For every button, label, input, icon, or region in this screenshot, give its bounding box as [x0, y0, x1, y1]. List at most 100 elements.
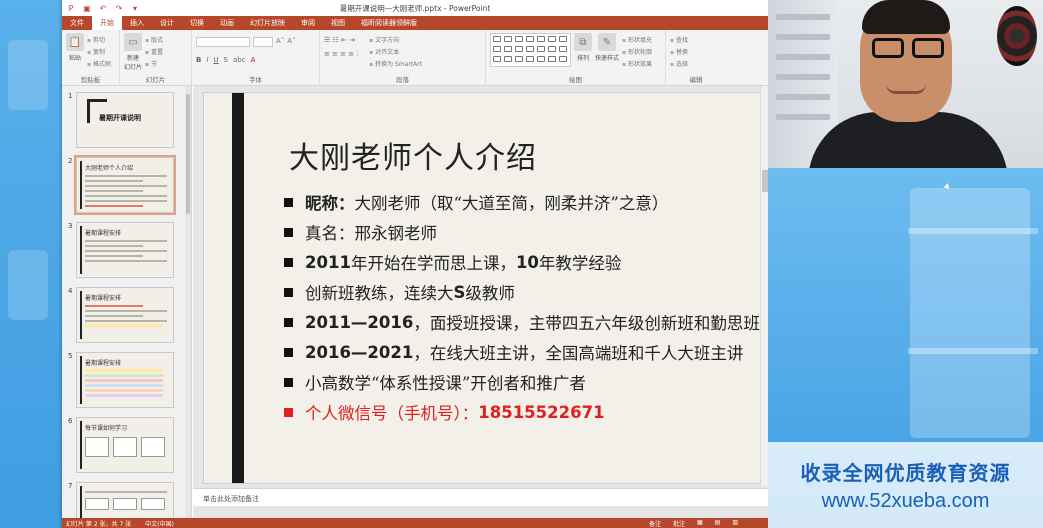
watermark-overlay: 收录全网优质教育资源 www.52xueba.com	[768, 442, 1043, 528]
tab-transitions[interactable]: 切换	[182, 16, 212, 30]
tab-view[interactable]: 视图	[323, 16, 353, 30]
tab-home[interactable]: 开始	[92, 16, 122, 30]
desktop-left-strip	[0, 0, 62, 528]
cut-button[interactable]: 剪切	[87, 35, 111, 44]
thumbnail-slide[interactable]: 暑期课程安排	[76, 222, 174, 278]
bullet-item: 真名：邢永钢老师	[284, 217, 760, 247]
italic-icon[interactable]: I	[206, 56, 208, 64]
font-size-combo[interactable]	[253, 37, 273, 47]
bullets-icon[interactable]: ☰ ☷ ⇤ ⇥	[324, 36, 358, 44]
tab-foxit[interactable]: 福昕阅读器领鲜版	[353, 16, 425, 30]
reset-button[interactable]: 重置	[145, 47, 163, 56]
slide-title[interactable]: 大刚老师个人介绍	[289, 133, 537, 177]
group-label-editing: 编辑	[689, 76, 703, 84]
presenter-glasses	[866, 38, 950, 60]
group-font: A˄ A˅ B I U S abc A 字体	[192, 30, 320, 85]
align-icons[interactable]: ≡ ≡ ≡ ≡ ⫶	[324, 50, 358, 59]
slide-count-status: 幻灯片 第 2 张，共 7 张	[66, 520, 132, 528]
paste-icon: 📋	[66, 33, 84, 51]
thumbnail-slide[interactable]: 暑期课程安排	[76, 352, 174, 408]
shadow-icon[interactable]: S	[224, 56, 228, 64]
thumbnail-slide[interactable]	[76, 482, 174, 518]
powerpoint-window: P ▣ ↶ ↷ ▾ 暑期开课说明—大刚老师.pptx - PowerPoint …	[62, 0, 768, 528]
grow-font-icon[interactable]: A˄	[276, 37, 284, 47]
copy-button[interactable]: 复制	[87, 47, 111, 56]
bullet-item: 2011 年开始在学而思上课， 10 年教学经验	[284, 247, 760, 277]
format-painter-button[interactable]: 格式刷	[87, 59, 111, 68]
slide-vertical-scrollbar[interactable]	[760, 86, 768, 486]
strike-icon[interactable]: abc	[233, 56, 246, 64]
group-label-paragraph: 段落	[396, 76, 409, 84]
slide-thumbnails-pane: 1 暑期开课说明 2 大刚老师个人介绍 3 暑期课程安排 4 暑期课程安排 5 …	[62, 86, 192, 518]
group-label-slides: 幻灯片	[145, 76, 166, 84]
current-slide[interactable]: 大刚老师个人介绍 昵称： 大刚老师（取“大道至简，刚柔并济”之意） 真名：邢永钢老…	[203, 92, 768, 484]
status-bar: 幻灯片 第 2 张，共 7 张 中文(中国) 备注 批注 ▦ ▤ ▥	[62, 518, 768, 528]
presenter-hair	[862, 0, 950, 34]
find-button[interactable]: 查找	[670, 35, 688, 44]
arrange-button[interactable]: ⧉ 排列	[574, 33, 592, 73]
thumbnail-slide[interactable]: 暑期课程安排	[76, 287, 174, 343]
underline-icon[interactable]: U	[213, 56, 218, 64]
normal-view-icon[interactable]: ▦	[697, 519, 703, 528]
thumbnails-scrollbar[interactable]	[185, 86, 191, 518]
watermark-line-1: 收录全网优质教育资源	[800, 461, 1011, 485]
paste-button[interactable]: 📋 粘贴	[66, 33, 84, 73]
slide-accent-bar	[232, 93, 244, 483]
reading-view-icon[interactable]: ▥	[732, 519, 738, 528]
bullet-item: 小高数学“体系性授课”开创者和推广者	[284, 367, 760, 397]
bold-icon[interactable]: B	[196, 56, 201, 64]
tab-review[interactable]: 审阅	[293, 16, 323, 30]
shapes-gallery[interactable]	[490, 33, 571, 67]
shape-fill-button[interactable]: 形状填充	[622, 35, 652, 44]
notes-placeholder[interactable]: 单击此处添加备注	[193, 488, 768, 506]
slide-editor: 大刚老师个人介绍 昵称： 大刚老师（取“大道至简，刚柔并济”之意） 真名：邢永钢老…	[193, 86, 768, 518]
language-status[interactable]: 中文(中国)	[145, 519, 174, 528]
text-direction-button[interactable]: 文字方向	[369, 35, 422, 44]
quick-styles-icon: ✎	[598, 33, 616, 51]
webcam-overlay	[768, 0, 1043, 168]
tab-slideshow[interactable]: 幻灯片放映	[242, 16, 293, 30]
font-name-combo[interactable]	[196, 37, 250, 47]
comments-toggle[interactable]: 批注	[673, 519, 685, 528]
bullet-item: 昵称： 大刚老师（取“大道至简，刚柔并济”之意）	[284, 187, 760, 217]
thumbnail-slide[interactable]: 暑期开课说明	[76, 92, 174, 148]
thumbnail-slide[interactable]: 每节课如何学习	[76, 417, 174, 473]
select-button[interactable]: 选择	[670, 59, 688, 68]
new-slide-icon: ▭	[124, 33, 142, 51]
shrink-font-icon[interactable]: A˅	[287, 37, 295, 47]
bullet-item: 2016—2021 ，在线大班主讲，全国高端班和千人大班主讲	[284, 337, 760, 367]
group-clipboard: 📋 粘贴 剪切 复制 格式刷 剪贴板	[62, 30, 120, 85]
ribbon: 📋 粘贴 剪切 复制 格式刷 剪贴板 ▭ 新建 幻灯片 版式 重置 节 幻灯片	[62, 30, 768, 86]
group-label-clipboard: 剪贴板	[80, 76, 101, 84]
tab-design[interactable]: 设计	[152, 16, 182, 30]
section-button[interactable]: 节	[145, 59, 163, 68]
dartboard-image	[997, 6, 1037, 66]
group-paragraph: ☰ ☷ ⇤ ⇥ ≡ ≡ ≡ ≡ ⫶ 文字方向 对齐文本 转换为 SmartArt…	[320, 30, 486, 85]
group-label-drawing: 绘图	[569, 76, 582, 84]
new-slide-button[interactable]: ▭ 新建 幻灯片	[124, 33, 142, 73]
title-bar: P ▣ ↶ ↷ ▾ 暑期开课说明—大刚老师.pptx - PowerPoint	[62, 0, 768, 16]
shape-effects-button[interactable]: 形状效果	[622, 59, 652, 68]
font-color-icon[interactable]: A	[251, 56, 256, 64]
notes-toggle[interactable]: 备注	[649, 519, 661, 528]
sorter-view-icon[interactable]: ▤	[715, 519, 721, 528]
bullet-item-contact: 个人微信号（手机号）： 18515522671	[284, 397, 760, 427]
group-editing: 查找 替换 选择 编辑	[666, 30, 726, 85]
smartart-button[interactable]: 转换为 SmartArt	[369, 59, 422, 68]
align-text-button[interactable]: 对齐文本	[369, 47, 422, 56]
thumbnail-slide-selected[interactable]: 大刚老师个人介绍	[74, 155, 176, 215]
quick-styles-button[interactable]: ✎ 快速样式	[595, 33, 619, 73]
tab-insert[interactable]: 插入	[122, 16, 152, 30]
tab-animations[interactable]: 动画	[212, 16, 242, 30]
group-label-font: 字体	[249, 76, 262, 84]
layout-button[interactable]: 版式	[145, 35, 163, 44]
shape-outline-button[interactable]: 形状轮廓	[622, 47, 652, 56]
slide-bullet-list[interactable]: 昵称： 大刚老师（取“大道至简，刚柔并济”之意） 真名：邢永钢老师 2011 年开始…	[284, 187, 760, 427]
ribbon-tabs: 文件 开始 插入 设计 切换 动画 幻灯片放映 审阅 视图 福昕阅读器领鲜版	[62, 16, 768, 30]
watermark-line-2: www.52xueba.com	[821, 490, 990, 512]
arrange-icon: ⧉	[574, 33, 592, 51]
window-title: 暑期开课说明—大刚老师.pptx - PowerPoint	[339, 3, 491, 13]
group-drawing: ⧉ 排列 ✎ 快速样式 形状填充 形状轮廓 形状效果 绘图	[486, 30, 666, 85]
tab-file[interactable]: 文件	[62, 16, 92, 30]
replace-button[interactable]: 替换	[670, 47, 688, 56]
